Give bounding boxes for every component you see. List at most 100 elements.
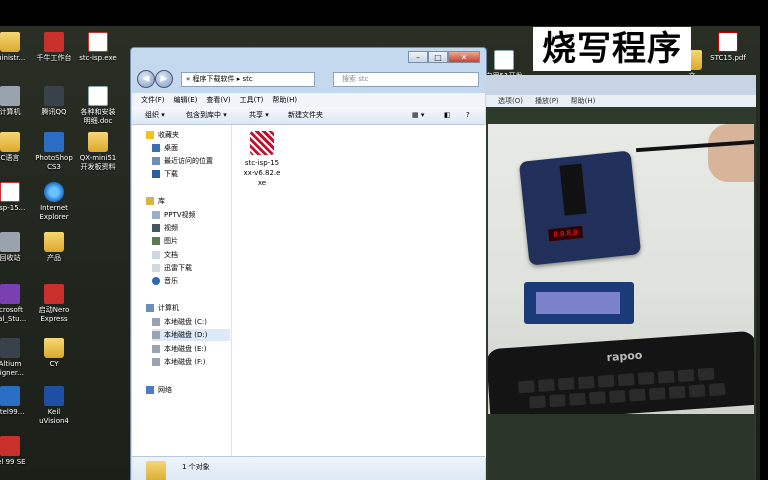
command-bar: 组织 ▾ 包含到库中 ▾ 共享 ▾ 新建文件夹 ▦ ▾ ◧ ? <box>132 107 485 125</box>
menu-help[interactable]: 帮助(H) <box>272 93 297 107</box>
address-bar[interactable]: « 程序下载软件 ▸ stc <box>181 72 315 87</box>
dark-icon <box>44 86 64 106</box>
pdf-icon <box>718 32 738 52</box>
menu-edit[interactable]: 编辑(E) <box>174 93 198 107</box>
file-item-stc-isp[interactable]: stc-isp-15 xx-v6.82.e xe <box>242 129 282 188</box>
camera-video-frame: 8.8.8.8 rapoo <box>488 124 754 414</box>
desktop-icon-18[interactable]: Keil uVision4 <box>26 386 82 426</box>
desktop-icon-label: 各种和安装 明细.doc <box>80 108 116 125</box>
player-menu-play[interactable]: 播放(P) <box>535 95 559 107</box>
keyboard-brand: rapoo <box>606 348 643 365</box>
nav-libraries[interactable]: 库 <box>146 195 245 207</box>
nav-disk-d[interactable]: 本地磁盘 (D:) <box>152 329 230 341</box>
explorer-window[interactable]: – □ ✕ ◀ ▶ « 程序下载软件 ▸ stc 搜索 stc 文件(F) 编辑… <box>130 47 487 480</box>
stc-isp-exe-icon <box>250 131 274 155</box>
share-button[interactable]: 共享 ▾ <box>249 107 269 124</box>
folder-icon <box>44 338 64 358</box>
window-controls: – □ ✕ <box>408 51 480 63</box>
seven-segment-display: 8.8.8.8 <box>548 225 584 242</box>
menu-file[interactable]: 文件(F) <box>141 93 165 107</box>
details-pane: 1 个对象 <box>132 456 485 480</box>
red-icon <box>44 284 64 304</box>
navigation-pane: 收藏夹 桌面 最近访问的位置 下载 库 PPTV视频 视频 图片 文档 迅雷下载… <box>132 125 232 458</box>
hand-image <box>708 124 754 182</box>
purple-icon <box>0 284 20 304</box>
desktop-icon-12[interactable]: 产品 <box>26 232 82 263</box>
player-menu-bar: 选项(O) 播放(P) 帮助(H) <box>486 95 756 107</box>
desktop-icon-label: tel 99 SE <box>0 458 26 466</box>
desktop-icon-label: Keil uVision4 <box>39 408 69 425</box>
computer-icon <box>146 304 154 312</box>
video-player-window[interactable]: 选项(O) 播放(P) 帮助(H) 8.8.8.8 rapoo <box>486 75 756 480</box>
mouse-cursor-icon <box>402 289 414 301</box>
desktop-icon-19[interactable]: tel 99 SE <box>0 436 38 467</box>
back-arrow-icon[interactable]: ◀ <box>137 70 155 88</box>
star-icon <box>146 131 154 139</box>
file-list: stc-isp-15 xx-v6.82.e xe <box>232 125 486 458</box>
desktop-icon-label: stc-isp.exe <box>79 54 117 62</box>
recent-places-icon <box>152 157 160 165</box>
lcd-module-image <box>524 282 634 324</box>
player-lower-area <box>488 414 754 480</box>
downloads-icon <box>152 170 160 178</box>
desktop-icon-label: Internet Explorer <box>39 204 69 221</box>
screen-edge <box>760 26 768 480</box>
videos-icon <box>152 224 160 232</box>
ie-icon <box>44 182 64 202</box>
desktop-icon-16[interactable]: CY <box>26 338 82 369</box>
nav-network[interactable]: 网络 <box>146 384 245 396</box>
video-title-overlay: 烧写程序 <box>533 27 691 71</box>
menu-bar: 文件(F) 编辑(E) 查看(V) 工具(T) 帮助(H) <box>132 93 485 107</box>
item-count: 1 个对象 <box>182 463 210 471</box>
desktop-icon-label: CY <box>49 360 59 368</box>
drive-icon <box>152 345 160 353</box>
xunlei-downloads-icon <box>152 264 160 272</box>
desktop-icon-5[interactable]: 各种和安装 明细.doc <box>70 86 126 126</box>
include-in-library-button[interactable]: 包含到库中 ▾ <box>186 107 227 124</box>
minimize-icon[interactable]: – <box>408 51 428 63</box>
mcu-chip <box>559 163 587 216</box>
desktop-icon-label: 产品 <box>47 254 61 262</box>
red-icon <box>44 32 64 52</box>
keyboard-image: rapoo <box>488 330 754 414</box>
forward-arrow-icon[interactable]: ▶ <box>155 70 173 88</box>
drive-icon <box>152 358 160 366</box>
view-options-icon[interactable]: ▦ ▾ <box>412 107 424 124</box>
documents-icon <box>152 251 160 259</box>
menu-tools[interactable]: 工具(T) <box>240 93 264 107</box>
desktop-icon-10[interactable]: Internet Explorer <box>26 182 82 222</box>
drive-icon <box>152 331 160 339</box>
organize-button[interactable]: 组织 ▾ <box>145 107 165 124</box>
maximize-icon[interactable]: □ <box>428 51 448 63</box>
gray-icon <box>0 232 20 252</box>
library-icon <box>146 197 154 205</box>
desktop-icon-14[interactable]: 启动Nero Express <box>26 284 82 324</box>
stc-icon <box>88 32 108 52</box>
navigation-bar: ◀ ▶ « 程序下载软件 ▸ stc 搜索 stc <box>137 70 480 90</box>
stc-icon <box>0 182 20 202</box>
help-icon[interactable]: ? <box>466 107 470 124</box>
doc-icon <box>494 50 514 70</box>
folder-icon <box>88 132 108 152</box>
menu-view[interactable]: 查看(V) <box>206 93 230 107</box>
nav-computer[interactable]: 计算机 <box>146 302 245 314</box>
new-folder-button[interactable]: 新建文件夹 <box>288 107 323 124</box>
music-icon <box>152 277 160 285</box>
folder-icon <box>0 32 20 52</box>
network-icon <box>146 386 154 394</box>
dark-icon <box>0 338 20 358</box>
desktop-icon-label: 启动Nero Express <box>38 306 70 323</box>
player-menu-help[interactable]: 帮助(H) <box>571 95 596 107</box>
search-input[interactable]: 搜索 stc <box>333 72 479 87</box>
red-icon <box>0 436 20 456</box>
gray-icon <box>0 86 20 106</box>
blue-icon <box>0 386 20 406</box>
desktop-icon-8[interactable]: QX-mini51 开发板资料 <box>70 132 126 172</box>
desktop-icon-2[interactable]: stc-isp.exe <box>70 32 126 63</box>
drive-icon <box>152 318 160 326</box>
screen: ministr...千牛工作台stc-isp.exe计算机腾讯QQ各种和安装明细… <box>0 26 768 480</box>
player-menu-options[interactable]: 选项(O) <box>498 95 523 107</box>
preview-pane-icon[interactable]: ◧ <box>444 107 451 124</box>
close-icon[interactable]: ✕ <box>448 51 480 63</box>
nav-favorites[interactable]: 收藏夹 <box>146 129 245 141</box>
